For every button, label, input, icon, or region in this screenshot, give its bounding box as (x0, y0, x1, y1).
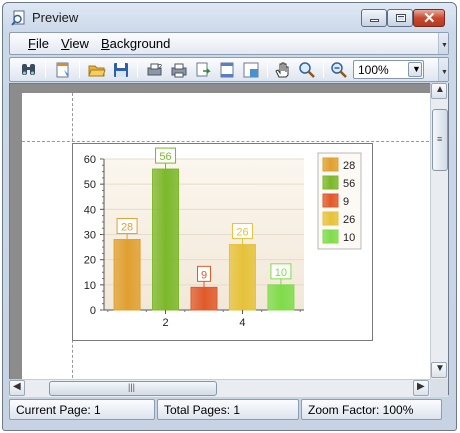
preview-window: Preview ✕ File View Background ▼ ? 100% … (2, 2, 457, 431)
chevron-up-icon: ▲ (435, 84, 445, 95)
magnifier-icon[interactable] (298, 61, 316, 79)
grip-icon: ≡ (437, 134, 443, 144)
legend-swatch (322, 211, 339, 226)
chevron-down-icon: ▼ (441, 69, 448, 76)
chart-container: 0 10 20 30 40 50 60 28 56 9 26 10 2 4 28 56 9 26 10 (72, 143, 373, 341)
toolbar-separator (79, 61, 80, 78)
print-dialog-icon[interactable]: ? (146, 61, 164, 79)
close-button[interactable]: ✕ (413, 9, 445, 27)
menu-file[interactable]: File (28, 36, 49, 51)
zoom-out-icon[interactable] (330, 61, 348, 79)
save-icon[interactable] (112, 61, 130, 79)
x-tick-label: 4 (239, 317, 245, 329)
grip-icon: ||| (128, 382, 136, 392)
open-icon[interactable] (88, 61, 106, 79)
legend-label: 56 (343, 178, 355, 190)
y-tick-label: 50 (84, 179, 96, 191)
scroll-down-button[interactable]: ▼ (431, 362, 447, 378)
toolbar-separator (137, 61, 138, 78)
y-tick-label: 40 (84, 204, 96, 216)
menubar-overflow-button[interactable]: ▼ (438, 33, 448, 54)
menu-background[interactable]: Background (101, 36, 170, 51)
status-total-pages: Total Pages: 1 (157, 399, 299, 420)
title-bar: Preview ✕ (3, 3, 456, 33)
bar (267, 284, 295, 311)
legend-label: 10 (343, 232, 355, 244)
scroll-up-button[interactable]: ▲ (431, 83, 447, 99)
hand-tool-icon[interactable] (274, 61, 292, 79)
bar-chart: 0 10 20 30 40 50 60 28 56 9 26 10 2 4 28 56 9 26 10 (84, 147, 362, 329)
bar (113, 239, 141, 311)
scroll-right-button[interactable]: ▶ (413, 380, 429, 396)
svg-text:?: ? (158, 64, 162, 71)
chevron-right-icon: ▶ (417, 381, 425, 392)
data-label: 10 (275, 267, 287, 279)
legend-swatch (322, 229, 339, 244)
zoom-select[interactable]: 100% ▼ (353, 60, 424, 79)
x-tick-label: 2 (162, 317, 168, 329)
y-tick-label: 60 (84, 154, 96, 166)
document-viewer[interactable]: 0 10 20 30 40 50 60 28 56 9 26 10 2 4 28 56 9 26 10 (9, 83, 449, 395)
menu-view[interactable]: View (61, 36, 89, 51)
data-label: 56 (159, 151, 171, 163)
toolbar-overflow-button[interactable]: ▼ (438, 58, 448, 81)
chevron-down-icon: ▼ (441, 42, 448, 49)
chevron-left-icon: ◀ (13, 381, 21, 392)
menu-bar: File View Background ▼ (9, 32, 449, 55)
export-icon[interactable] (194, 61, 212, 79)
page-setup-icon[interactable] (54, 61, 72, 79)
toolbar: ? 100% ▼ ▼ (9, 57, 449, 82)
preview-page: 0 10 20 30 40 50 60 28 56 9 26 10 2 4 28 56 9 26 10 (22, 93, 444, 383)
bar (190, 286, 218, 311)
horizontal-scrollbar[interactable]: ◀ ||| ▶ (9, 379, 430, 397)
zoom-dropdown-button[interactable]: ▼ (408, 62, 422, 77)
print-icon[interactable] (170, 61, 188, 79)
window-title: Preview (32, 10, 79, 25)
zoom-value: 100% (358, 63, 389, 77)
bar (228, 244, 256, 311)
scale-icon[interactable] (242, 61, 260, 79)
data-label: 28 (121, 222, 133, 234)
scroll-left-button[interactable]: ◀ (9, 380, 25, 396)
minimize-icon (370, 19, 379, 22)
horizontal-scroll-thumb[interactable]: ||| (49, 381, 217, 396)
vertical-scrollbar[interactable]: ▲ ≡ ▼ (430, 83, 448, 380)
chevron-down-icon: ▼ (435, 363, 445, 374)
legend-swatch (322, 175, 339, 190)
y-tick-label: 30 (84, 230, 96, 242)
toolbar-separator (45, 61, 46, 78)
minimize-button[interactable] (361, 9, 387, 27)
status-current-page: Current Page: 1 (9, 399, 155, 420)
legend-label: 9 (343, 196, 349, 208)
data-label: 26 (236, 227, 248, 239)
status-zoom-factor: Zoom Factor: 100% (301, 399, 442, 420)
scrollbar-corner (430, 379, 448, 397)
legend-swatch (322, 157, 339, 172)
toolbar-separator (323, 61, 324, 78)
data-label: 9 (201, 269, 207, 281)
maximize-icon (396, 14, 406, 22)
bar (152, 168, 180, 311)
close-icon: ✕ (423, 10, 436, 27)
header-footer-icon[interactable] (218, 61, 236, 79)
y-tick-label: 20 (84, 255, 96, 267)
y-tick-label: 10 (84, 280, 96, 292)
y-tick-label: 0 (90, 305, 96, 317)
maximize-button[interactable] (387, 9, 413, 27)
find-icon[interactable] (20, 61, 38, 79)
legend-label: 26 (343, 214, 355, 226)
vertical-scroll-thumb[interactable]: ≡ (432, 109, 448, 171)
legend-swatch (322, 193, 339, 208)
legend-label: 28 (343, 160, 355, 172)
chevron-down-icon: ▼ (412, 64, 421, 74)
status-bar: Current Page: 1 Total Pages: 1 Zoom Fact… (9, 399, 449, 420)
preview-app-icon (11, 10, 25, 26)
margin-guide-horizontal (22, 141, 444, 142)
toolbar-separator (267, 61, 268, 78)
